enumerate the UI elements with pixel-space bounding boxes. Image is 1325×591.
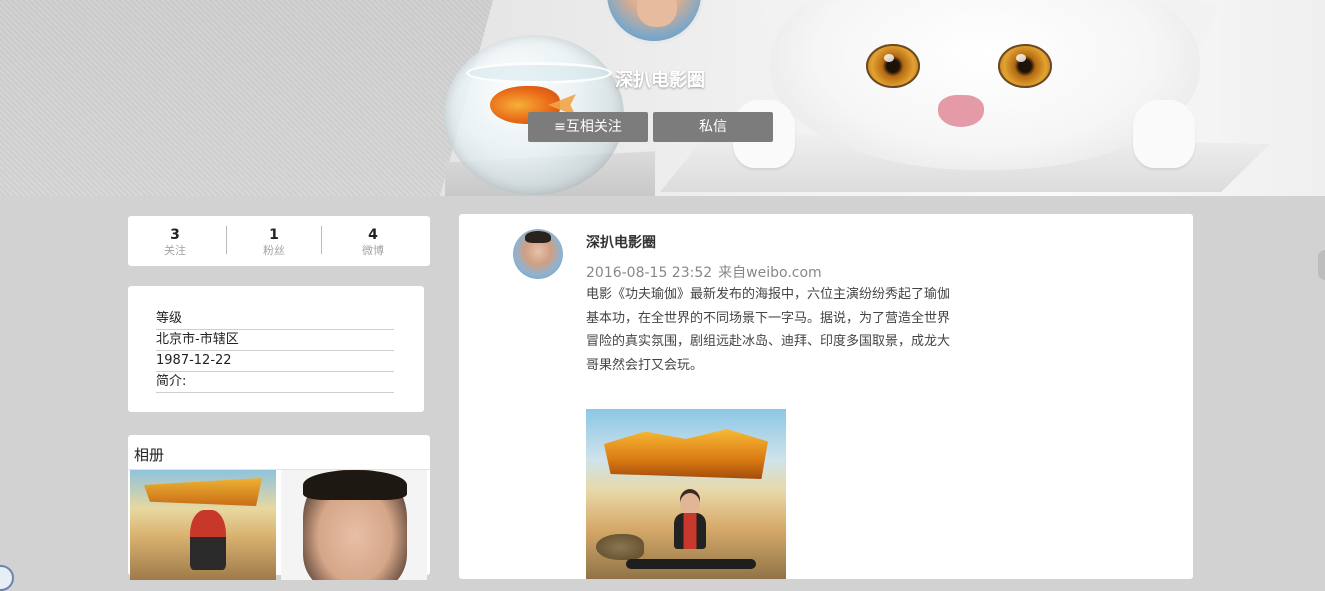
post-image-poster[interactable] bbox=[586, 409, 786, 579]
profile-banner: 深扒电影圈 ≡互相关注 私信 bbox=[0, 0, 1325, 196]
mutual-follow-button[interactable]: ≡互相关注 bbox=[528, 112, 648, 142]
post-card: 深扒电影圈 2016-08-15 23:52 来自weibo.com 电影《功夫瑜… bbox=[459, 214, 1193, 579]
poster-animal bbox=[596, 534, 644, 560]
cat-eye-left bbox=[866, 44, 920, 88]
stat-followers[interactable]: 1 粉丝 bbox=[229, 226, 319, 258]
post-source: 来自weibo.com bbox=[718, 265, 822, 281]
poster-figure-torso bbox=[674, 513, 706, 549]
profile-info-card: 等级 北京市-市辖区 1987-12-22 简介: bbox=[128, 286, 424, 412]
info-bio: 简介: bbox=[156, 372, 394, 393]
poster-figure bbox=[190, 510, 226, 570]
album-photo-portrait[interactable] bbox=[281, 470, 427, 580]
cat-eye-right bbox=[998, 44, 1052, 88]
post-timestamp[interactable]: 2016-08-15 23:52 bbox=[586, 265, 712, 281]
post-meta: 2016-08-15 23:52 来自weibo.com bbox=[586, 262, 822, 282]
stat-followers-label: 粉丝 bbox=[263, 244, 285, 257]
corner-circle-icon[interactable] bbox=[0, 565, 14, 591]
stat-following[interactable]: 3 关注 bbox=[130, 226, 220, 258]
private-message-button[interactable]: 私信 bbox=[653, 112, 773, 142]
poster-title-art bbox=[144, 478, 262, 506]
post-text: 电影《功夫瑜伽》最新发布的海报中，六位主演纷纷秀起了瑜伽基本功，在全世界的不同场… bbox=[586, 287, 951, 373]
poster-figure-head bbox=[680, 493, 700, 515]
post-author-avatar[interactable] bbox=[513, 229, 563, 279]
album-photo-poster[interactable] bbox=[130, 470, 276, 580]
cat-paw-right bbox=[1133, 100, 1195, 168]
side-scroll-handle[interactable] bbox=[1318, 250, 1325, 280]
profile-name: 深扒电影圈 bbox=[615, 70, 705, 91]
stat-posts-count: 4 bbox=[368, 227, 378, 243]
info-birthday: 1987-12-22 bbox=[156, 351, 394, 372]
album-card: 相册 bbox=[128, 435, 430, 580]
stats-card: 3 关注 1 粉丝 4 微博 bbox=[128, 216, 430, 266]
stat-posts[interactable]: 4 微博 bbox=[328, 226, 418, 258]
stat-divider bbox=[226, 226, 227, 254]
stat-posts-label: 微博 bbox=[362, 244, 384, 257]
stat-divider bbox=[321, 226, 322, 254]
poster-title-art bbox=[604, 429, 768, 479]
cat-nose bbox=[938, 95, 984, 127]
stat-followers-count: 1 bbox=[269, 227, 279, 243]
poster-split-legs bbox=[626, 559, 756, 569]
stat-following-label: 关注 bbox=[164, 244, 186, 257]
album-title: 相册 bbox=[134, 446, 165, 464]
portrait-face bbox=[303, 470, 407, 580]
info-location: 北京市-市辖区 bbox=[156, 330, 394, 351]
info-level: 等级 bbox=[156, 309, 394, 330]
stat-following-count: 3 bbox=[170, 227, 180, 243]
post-author-name[interactable]: 深扒电影圈 bbox=[586, 232, 656, 252]
